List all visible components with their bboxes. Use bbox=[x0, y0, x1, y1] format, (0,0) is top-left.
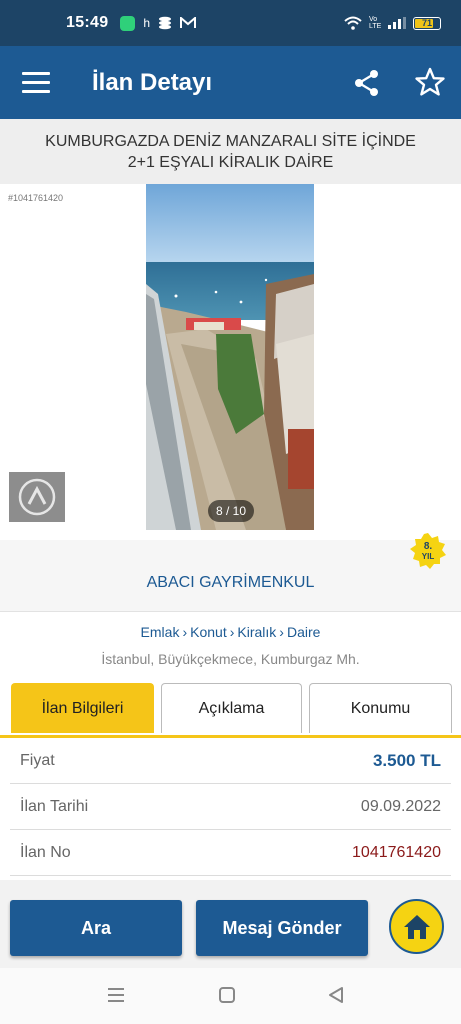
notification-icons: h bbox=[120, 15, 197, 31]
listing-location: İstanbul, Büyükçekmece, Kumburgaz Mh. bbox=[101, 651, 360, 667]
send-message-button[interactable]: Mesaj Gönder bbox=[196, 900, 368, 956]
breadcrumb-item-daire[interactable]: Daire bbox=[287, 624, 320, 640]
breadcrumb-item-kiralik[interactable]: Kiralık bbox=[237, 624, 276, 640]
agency-logo[interactable] bbox=[9, 472, 65, 522]
years-badge-number: 8. bbox=[424, 541, 433, 552]
listing-title-line1: KUMBURGAZDA DENİZ MANZARALI SİTE İÇİNDE bbox=[45, 133, 416, 150]
listing-title-line2: 2+1 EŞYALI KİRALIK DAİRE bbox=[127, 154, 334, 171]
system-nav-bar bbox=[0, 968, 461, 1024]
recent-apps-icon[interactable] bbox=[106, 986, 126, 1004]
agency-logo-icon bbox=[18, 478, 56, 516]
bottom-action-bar: Ara Mesaj Gönder bbox=[0, 880, 461, 968]
volte-icon: Vo LTE bbox=[369, 16, 382, 30]
signal-icon bbox=[388, 17, 406, 29]
gmail-icon bbox=[180, 17, 197, 28]
tab-ilan-bilgileri[interactable]: İlan Bilgileri bbox=[11, 683, 154, 733]
listing-photo[interactable] bbox=[146, 184, 314, 530]
photo-counter: 8 / 10 bbox=[208, 500, 254, 522]
price-label: Fiyat bbox=[20, 751, 55, 769]
menu-icon[interactable] bbox=[22, 72, 50, 94]
favorite-star-icon[interactable] bbox=[414, 66, 446, 98]
info-row-listing-no: İlan No 1041761420 bbox=[10, 830, 451, 876]
page-title: İlan Detayı bbox=[92, 69, 213, 96]
status-time: 15:49 bbox=[66, 14, 109, 31]
listing-info-table: Fiyat 3.500 TL İlan Tarihi 09.09.2022 İl… bbox=[10, 738, 451, 876]
info-row-price: Fiyat 3.500 TL bbox=[10, 738, 451, 784]
detail-tabs: İlan Bilgileri Açıklama Konumu bbox=[0, 683, 461, 735]
price-value: 3.500 TL bbox=[372, 750, 441, 770]
back-icon[interactable] bbox=[327, 986, 345, 1004]
home-nav-icon[interactable] bbox=[218, 986, 236, 1004]
stack-app-icon bbox=[159, 16, 172, 30]
breadcrumb-item-emlak[interactable]: Emlak bbox=[141, 624, 180, 640]
home-icon bbox=[403, 914, 430, 939]
wifi-icon bbox=[344, 16, 362, 30]
date-value: 09.09.2022 bbox=[360, 797, 441, 815]
breadcrumb-item-konut[interactable]: Konut bbox=[190, 624, 227, 640]
breadcrumb-separator: › bbox=[229, 624, 235, 640]
h-notification-icon: h bbox=[143, 16, 151, 30]
sea-view-photo bbox=[146, 184, 314, 530]
years-badge-text: YIL bbox=[422, 552, 435, 561]
share-icon[interactable] bbox=[352, 68, 382, 98]
breadcrumb-separator: › bbox=[182, 624, 188, 640]
battery-icon: 71 bbox=[413, 16, 441, 30]
breadcrumb: Emlak › Konut › Kiralık › Daire bbox=[0, 624, 461, 640]
tab-aciklama[interactable]: Açıklama bbox=[161, 683, 302, 733]
listing-no-label: İlan No bbox=[20, 843, 71, 861]
date-label: İlan Tarihi bbox=[20, 797, 89, 815]
system-status-icons: Vo LTE 71 bbox=[344, 16, 441, 30]
app-bar: İlan Detayı bbox=[0, 46, 461, 119]
status-bar: 15:49 h Vo LTE 71 bbox=[0, 0, 461, 46]
call-button[interactable]: Ara bbox=[10, 900, 182, 956]
home-button[interactable] bbox=[389, 899, 444, 954]
years-badge: 8. YIL bbox=[410, 533, 446, 569]
listing-no-value: 1041761420 bbox=[352, 843, 441, 861]
listing-id-small: #1041761420 bbox=[8, 193, 64, 203]
breadcrumb-separator: › bbox=[279, 624, 284, 640]
listing-title: KUMBURGAZDA DENİZ MANZARALI SİTE İÇİNDE … bbox=[0, 119, 461, 184]
battery-level: 71 bbox=[421, 18, 432, 28]
tab-konumu[interactable]: Konumu bbox=[309, 683, 452, 733]
agency-section: 8. YIL ABACI GAYRİMENKUL bbox=[0, 533, 461, 612]
agency-name-link[interactable]: ABACI GAYRİMENKUL bbox=[0, 574, 461, 592]
messaging-app-icon bbox=[120, 15, 136, 31]
photo-gallery: #1041761420 8 / 10 bbox=[0, 184, 461, 540]
info-row-date: İlan Tarihi 09.09.2022 bbox=[10, 784, 451, 830]
